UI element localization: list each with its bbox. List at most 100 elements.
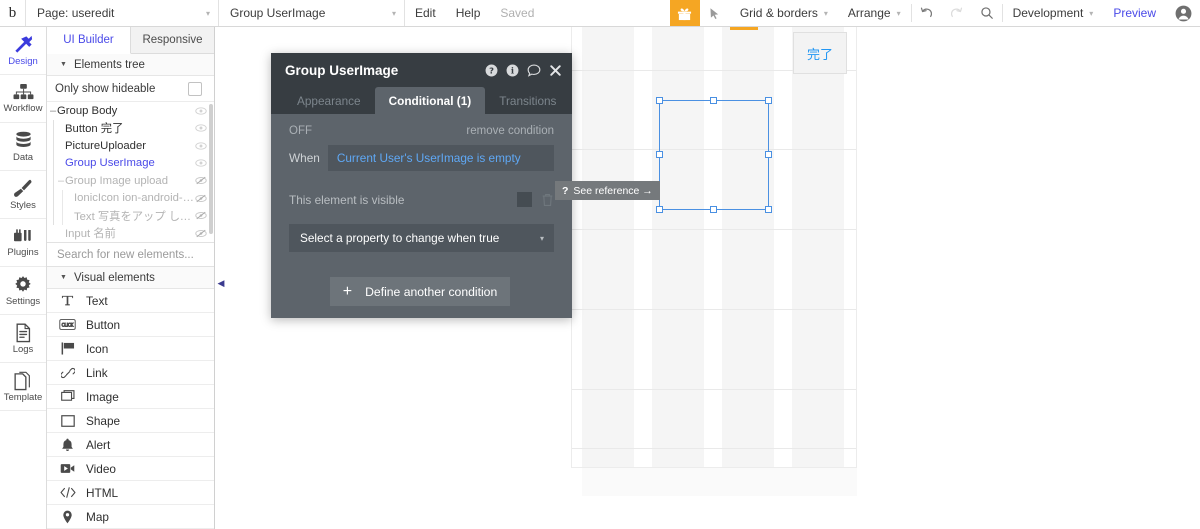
sidebar-label-styles: Styles	[10, 200, 36, 212]
eye-icon[interactable]	[194, 142, 208, 150]
tab-ui-builder[interactable]: UI Builder	[47, 27, 131, 54]
selected-element-outline[interactable]	[656, 97, 772, 213]
tree-expander[interactable]: –	[49, 105, 57, 117]
visible-property-checkbox[interactable]	[517, 192, 532, 207]
tree-item-label: Input 名前	[65, 228, 116, 241]
eye-icon[interactable]	[194, 124, 208, 132]
see-reference-tooltip[interactable]: ? See reference →	[555, 181, 660, 200]
tree-item-group-image-upload[interactable]: – Group Image upload	[47, 172, 214, 190]
define-another-condition-button[interactable]: + Define another condition	[330, 277, 510, 306]
palette-item-image[interactable]: Image	[47, 385, 214, 409]
sidebar-label-settings: Settings	[5, 295, 41, 307]
plugins-icon	[13, 227, 34, 246]
sidebar-item-data[interactable]: Data	[0, 123, 46, 171]
sidebar-label-template: Template	[3, 391, 43, 403]
tree-item-group-body[interactable]: – Group Body	[47, 102, 214, 120]
triangle-down-icon: ▼	[60, 61, 67, 68]
elements-tree-title: Elements tree	[73, 58, 145, 71]
remove-condition-link[interactable]: remove condition	[466, 125, 554, 137]
comment-bubble-icon[interactable]	[527, 64, 541, 77]
search-new-elements-input[interactable]: Search for new elements...	[47, 243, 214, 267]
see-reference-label: See reference →	[573, 184, 653, 197]
palette-item-html[interactable]: HTML	[47, 481, 214, 505]
collapse-left-icon[interactable]: ◀	[214, 276, 228, 290]
tree-item-pictureuploader[interactable]: PictureUploader	[47, 137, 214, 155]
grid-borders-menu[interactable]: Grid & borders ▾	[730, 0, 838, 26]
sidebar-item-template[interactable]: Template	[0, 363, 46, 411]
palette-item-button[interactable]: CLICK Button	[47, 313, 214, 337]
eye-icon[interactable]	[194, 107, 208, 115]
help-menu[interactable]: Help	[446, 0, 491, 26]
eye-slash-icon[interactable]	[194, 194, 208, 203]
tree-item-label: PictureUploader	[65, 139, 147, 152]
info-circle-icon[interactable]: i	[506, 64, 519, 77]
page-selector[interactable]: Page: useredit ▾	[26, 0, 219, 26]
edit-menu[interactable]: Edit	[405, 0, 446, 26]
eye-slash-icon[interactable]	[194, 229, 208, 238]
palette-label: HTML	[86, 485, 119, 500]
sidebar-label-data: Data	[12, 151, 34, 163]
grid-column	[652, 27, 704, 467]
gift-icon[interactable]	[669, 0, 700, 26]
tree-expander[interactable]: –	[57, 175, 65, 187]
trash-icon[interactable]	[541, 193, 554, 207]
undo-icon[interactable]	[912, 0, 942, 26]
resize-handle-sw[interactable]	[656, 206, 663, 213]
tree-item-text-photo-upload[interactable]: Text 写真をアップ して...	[47, 207, 214, 225]
sidebar-item-settings[interactable]: Settings	[0, 267, 46, 315]
tree-item-group-userimage[interactable]: Group UserImage	[47, 155, 214, 173]
resize-handle-n[interactable]	[710, 97, 717, 104]
palette-item-shape[interactable]: Shape	[47, 409, 214, 433]
resize-handle-ne[interactable]	[765, 97, 772, 104]
palette-item-alert[interactable]: Alert	[47, 433, 214, 457]
resize-handle-e[interactable]	[765, 151, 772, 158]
version-selector[interactable]: Development ▾	[1003, 0, 1104, 26]
resize-handle-se[interactable]	[765, 206, 772, 213]
resize-handle-w[interactable]	[656, 151, 663, 158]
tab-transitions[interactable]: Transitions	[485, 87, 570, 114]
palette-label: Shape	[86, 413, 121, 428]
app-logo[interactable]: b	[0, 0, 26, 26]
eye-slash-icon[interactable]	[194, 211, 208, 220]
tab-responsive[interactable]: Responsive	[131, 27, 214, 53]
palette-item-text[interactable]: Text	[47, 289, 214, 313]
arrange-label: Arrange	[847, 6, 891, 20]
tab-conditional[interactable]: Conditional (1)	[374, 87, 486, 114]
sidebar-item-plugins[interactable]: Plugins	[0, 219, 46, 267]
dialog-body: OFF remove condition When Current User's…	[271, 114, 572, 252]
dialog-titlebar[interactable]: Group UserImage ? i	[271, 53, 572, 87]
grid-overflow-area	[582, 468, 857, 496]
only-show-hideable-checkbox[interactable]	[188, 81, 202, 96]
element-selector[interactable]: Group UserImage ▾	[219, 0, 405, 26]
visual-elements-header[interactable]: ▼ Visual elements	[47, 267, 214, 289]
resize-handle-nw[interactable]	[656, 97, 663, 104]
palette-item-map[interactable]: Map	[47, 505, 214, 529]
help-circle-icon[interactable]: ?	[485, 64, 498, 77]
arrange-menu[interactable]: Arrange ▾	[838, 0, 911, 26]
sidebar-item-design[interactable]: Design	[0, 27, 46, 75]
avatar[interactable]	[1166, 0, 1200, 26]
cursor-arrow-icon[interactable]	[700, 0, 730, 26]
search-icon[interactable]	[972, 0, 1002, 26]
chevron-down-icon: ▾	[391, 8, 396, 18]
palette-item-video[interactable]: Video	[47, 457, 214, 481]
sidebar-item-workflow[interactable]: Workflow	[0, 75, 46, 123]
property-to-change-select[interactable]: Select a property to change when true ▾	[289, 224, 554, 252]
palette-item-link[interactable]: Link	[47, 361, 214, 385]
resize-handle-s[interactable]	[710, 206, 717, 213]
close-icon[interactable]	[549, 64, 562, 77]
elements-tree-header[interactable]: ▼ Elements tree	[47, 54, 214, 76]
tree-item-ionicicon[interactable]: IonicIcon ion-android-c...	[47, 190, 214, 208]
tree-item-input-name[interactable]: Input 名前	[47, 225, 214, 243]
sidebar-item-styles[interactable]: Styles	[0, 171, 46, 219]
eye-icon[interactable]	[194, 159, 208, 167]
tab-appearance[interactable]: Appearance	[283, 87, 375, 114]
sidebar-item-logs[interactable]: Logs	[0, 315, 46, 363]
tree-item-button-done[interactable]: Button 完了	[47, 120, 214, 138]
palette-item-icon[interactable]: Icon	[47, 337, 214, 361]
when-expression-field[interactable]: Current User's UserImage is empty	[327, 145, 554, 171]
eye-slash-icon[interactable]	[194, 176, 208, 185]
preview-button[interactable]: Preview	[1103, 0, 1166, 26]
tree-item-label: Group Image upload	[65, 174, 168, 187]
done-button[interactable]: 完了	[793, 32, 847, 74]
